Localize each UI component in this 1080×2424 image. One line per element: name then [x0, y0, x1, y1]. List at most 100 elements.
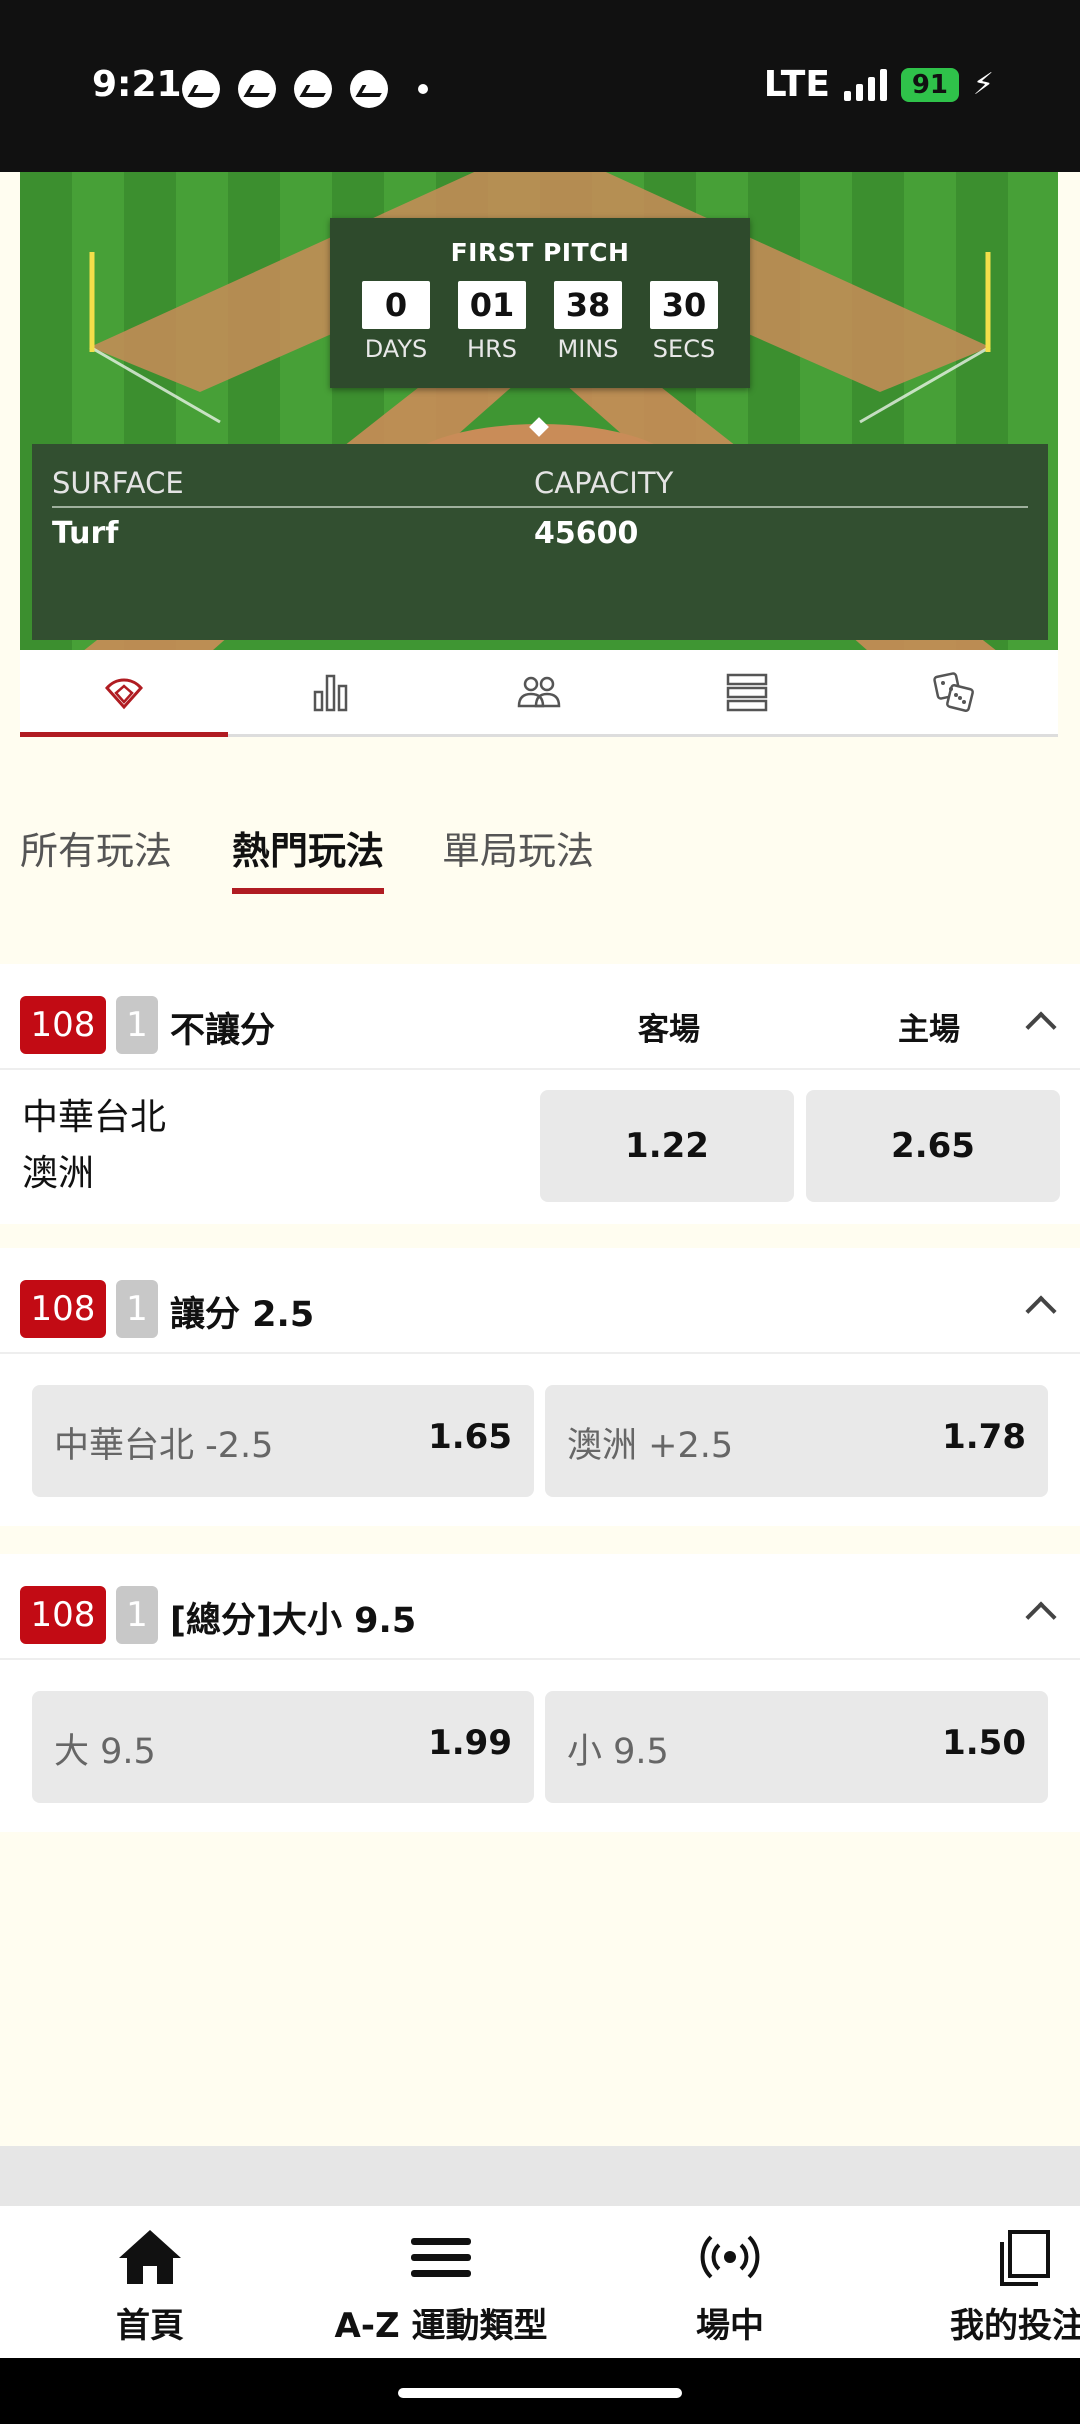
countdown-mins: 38 MINS — [554, 281, 622, 363]
stadium-field: FIRST PITCH 0 DAYS 01 HRS 38 MINS 30 SEC… — [20, 172, 1058, 650]
capacity-label: CAPACITY — [534, 466, 674, 500]
nav-my-bets[interactable]: 我的投注 — [950, 2228, 1080, 2347]
messenger-icon — [350, 70, 388, 108]
option-label: 中華台北 -2.5 — [54, 1426, 274, 1466]
secs-value: 30 — [650, 281, 718, 329]
baseball-field-icon — [104, 678, 143, 710]
countdown-title: FIRST PITCH — [450, 238, 630, 267]
dice-icon — [933, 672, 975, 712]
option-odds: 1.50 — [942, 1723, 1026, 1763]
surface-value: Turf — [52, 516, 119, 551]
venue-info-panel: SURFACE Turf CAPACITY 45600 — [32, 444, 1048, 640]
nav-live[interactable]: 場中 — [690, 2228, 770, 2347]
tab-games[interactable] — [850, 650, 1058, 734]
market-handicap: 108 1 讓分 2.5 中華台北 -2.5 1.65 澳洲 +2.5 1.78 — [0, 1248, 1080, 1526]
mins-value: 38 — [554, 281, 622, 329]
network-type: LTE — [763, 64, 830, 105]
option-odds: 1.78 — [942, 1417, 1026, 1457]
notification-icons — [182, 70, 428, 108]
match-info-tabs — [20, 650, 1058, 737]
system-indicators: LTE 91 ⚡ — [764, 64, 994, 105]
secs-label: SECS — [652, 335, 716, 363]
list-icon — [726, 673, 767, 712]
nav-home[interactable]: 首頁 — [110, 2228, 190, 2347]
market-id-badge: 108 — [20, 1586, 106, 1644]
tab-popular-bets[interactable]: 熱門玩法 — [232, 820, 385, 894]
market-id-badge: 108 — [20, 996, 106, 1054]
away-column-label: 客場 — [638, 1012, 700, 1048]
nav-az-sports[interactable]: A-Z 運動類型 — [330, 2228, 552, 2347]
home-gesture-bar[interactable] — [398, 2388, 682, 2398]
option-label: 小 9.5 — [567, 1732, 669, 1772]
messenger-icon — [238, 70, 276, 108]
surface-info: SURFACE Turf — [52, 466, 184, 551]
handicap-option-2-button[interactable]: 澳洲 +2.5 1.78 — [545, 1385, 1048, 1497]
market-id-badge: 108 — [20, 1280, 106, 1338]
tab-standings[interactable] — [643, 650, 851, 734]
live-broadcast-icon — [700, 2235, 760, 2279]
market-header[interactable]: 108 1 不讓分 客場 主場 — [0, 964, 1080, 1070]
countdown-secs: 30 SECS — [650, 281, 718, 363]
market-title: 讓分 2.5 — [170, 1295, 315, 1335]
over-option-button[interactable]: 大 9.5 1.99 — [32, 1691, 534, 1803]
countdown-hours: 01 HRS — [458, 281, 526, 363]
home-icon — [119, 2230, 181, 2284]
messenger-icon — [294, 70, 332, 108]
bet-type-tabs: 所有玩法 熱門玩法 單局玩法 — [0, 820, 1080, 910]
capacity-info: CAPACITY 45600 — [534, 466, 673, 551]
under-option-button[interactable]: 小 9.5 1.50 — [545, 1691, 1048, 1803]
option-odds: 1.99 — [428, 1723, 512, 1763]
divider-strip — [0, 2146, 1080, 2206]
surface-label: SURFACE — [52, 466, 184, 500]
tab-lineups[interactable] — [435, 650, 643, 734]
handicap-option-1-button[interactable]: 中華台北 -2.5 1.65 — [32, 1385, 534, 1497]
tab-all-bets[interactable]: 所有玩法 — [20, 820, 172, 875]
mins-label: MINS — [557, 335, 619, 363]
team-away: 中華台北 — [22, 1097, 167, 1138]
tab-field[interactable] — [20, 650, 228, 737]
more-notifications-icon — [418, 84, 428, 94]
system-gesture-area — [0, 2358, 1080, 2424]
menu-icon — [411, 2238, 471, 2277]
nav-label: 首頁 — [116, 2306, 184, 2346]
market-total: 108 1 [總分]大小 9.5 大 9.5 1.99 小 9.5 1.50 — [0, 1554, 1080, 1832]
nav-label: 我的投注 — [950, 2306, 1080, 2346]
messenger-icon — [182, 70, 220, 108]
nav-label: A-Z 運動類型 — [334, 2306, 548, 2346]
documents-icon — [1000, 2230, 1050, 2286]
nav-label: 場中 — [696, 2306, 764, 2346]
team-home: 澳洲 — [22, 1153, 95, 1194]
chevron-up-icon[interactable] — [1025, 1011, 1057, 1043]
bottom-navigation: 首頁 A-Z 運動類型 場中 我的投注 — [0, 2206, 1080, 2358]
hours-value: 01 — [458, 281, 526, 329]
countdown-days: 0 DAYS — [362, 281, 430, 363]
market-count-badge: 1 — [116, 1586, 158, 1644]
hours-label: HRS — [467, 335, 517, 363]
market-title: [總分]大小 9.5 — [170, 1601, 417, 1641]
clock: 9:21 — [92, 64, 182, 105]
option-label: 澳洲 +2.5 — [567, 1426, 734, 1466]
option-odds: 1.65 — [428, 1417, 512, 1457]
status-bar: 9:21 LTE 91 ⚡ — [0, 0, 1080, 172]
days-value: 0 — [362, 281, 430, 329]
market-count-badge: 1 — [116, 996, 158, 1054]
chevron-up-icon[interactable] — [1025, 1601, 1057, 1633]
chevron-up-icon[interactable] — [1025, 1295, 1057, 1327]
tab-stats[interactable] — [228, 650, 436, 734]
signal-icon — [843, 68, 887, 101]
days-label: DAYS — [364, 335, 428, 363]
home-column-label: 主場 — [898, 1012, 960, 1048]
charging-icon: ⚡ — [972, 67, 994, 102]
home-odds-button[interactable]: 2.65 — [806, 1090, 1060, 1202]
option-label: 大 9.5 — [54, 1732, 156, 1772]
market-title: 不讓分 — [170, 1011, 276, 1051]
tab-inning-bets[interactable]: 單局玩法 — [442, 820, 594, 875]
first-pitch-countdown: FIRST PITCH 0 DAYS 01 HRS 38 MINS 30 SEC… — [330, 218, 750, 388]
market-header[interactable]: 108 1 讓分 2.5 — [0, 1248, 1080, 1354]
away-odds-button[interactable]: 1.22 — [540, 1090, 794, 1202]
bar-chart-icon — [314, 674, 348, 712]
team-names: 中華台北 澳洲 — [22, 1090, 166, 1202]
capacity-value: 45600 — [534, 516, 639, 551]
market-header[interactable]: 108 1 [總分]大小 9.5 — [0, 1554, 1080, 1660]
battery-icon: 91 — [900, 67, 959, 102]
